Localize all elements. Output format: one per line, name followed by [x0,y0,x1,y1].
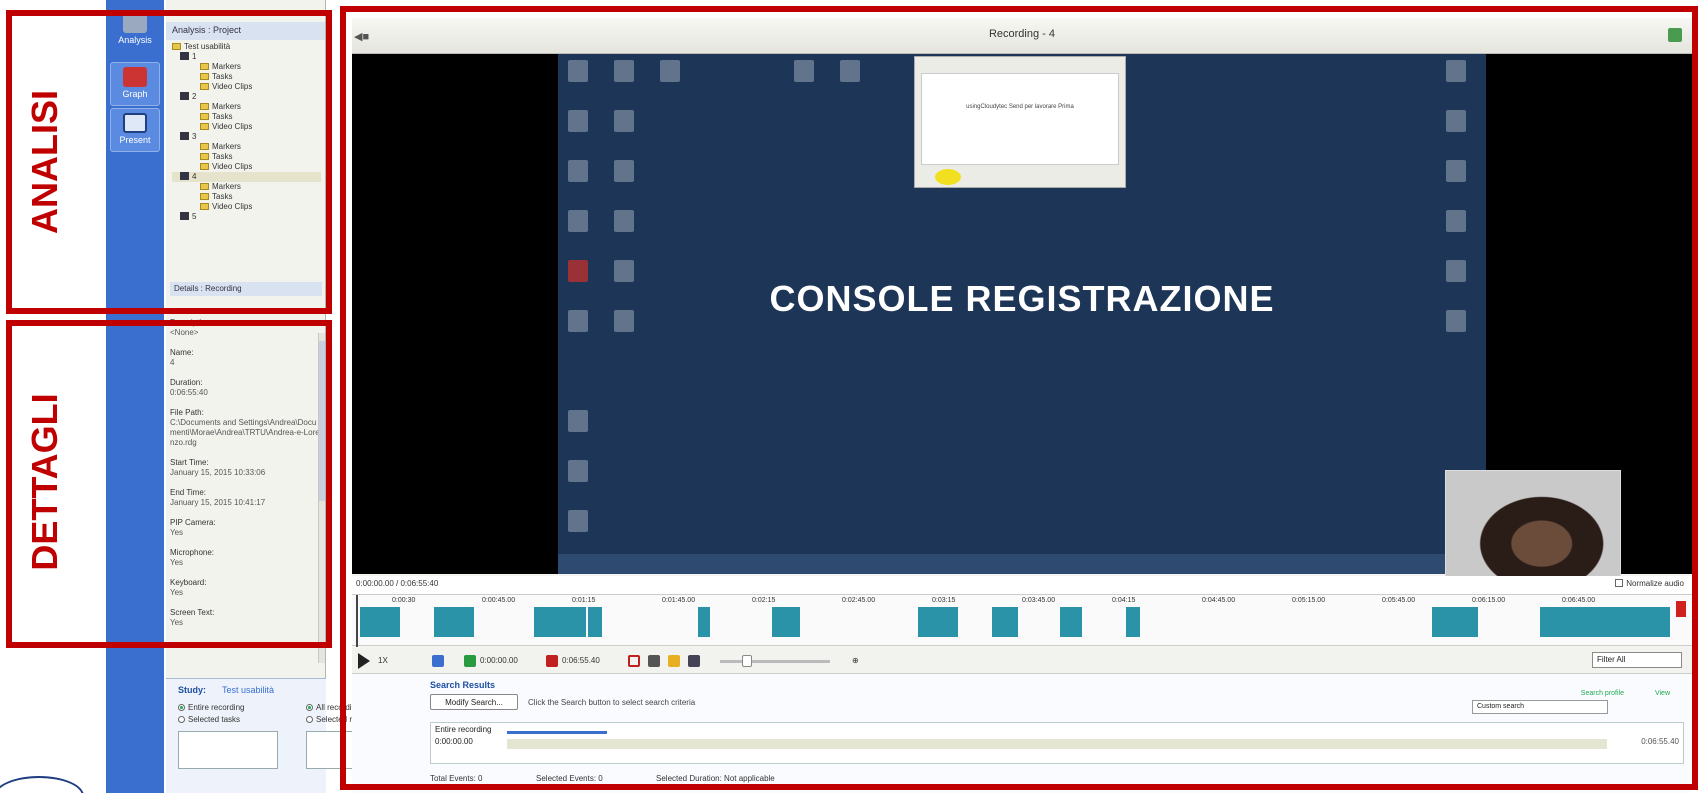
radio-label: Entire recording [188,703,245,712]
radio-dot [306,716,313,723]
radio-dot [178,704,185,711]
radio-dot [306,704,313,711]
study-name-link[interactable]: Test usabilità [222,685,274,695]
radio-selected-tasks[interactable]: Selected tasks [178,715,240,724]
radio-dot [178,716,185,723]
radio-entire-recording[interactable]: Entire recording [178,703,244,712]
study-options: Study: Test usabilità Entire recording S… [166,678,406,793]
analisi-annotation-label: ANALISI [24,90,65,234]
console-annotation-box [340,6,1698,790]
dettagli-annotation-label: DETTAGLI [24,393,65,571]
tasks-listbox[interactable] [178,731,278,769]
radio-label: Selected tasks [188,715,241,724]
study-title: Study: [178,685,206,695]
logo [0,776,84,793]
